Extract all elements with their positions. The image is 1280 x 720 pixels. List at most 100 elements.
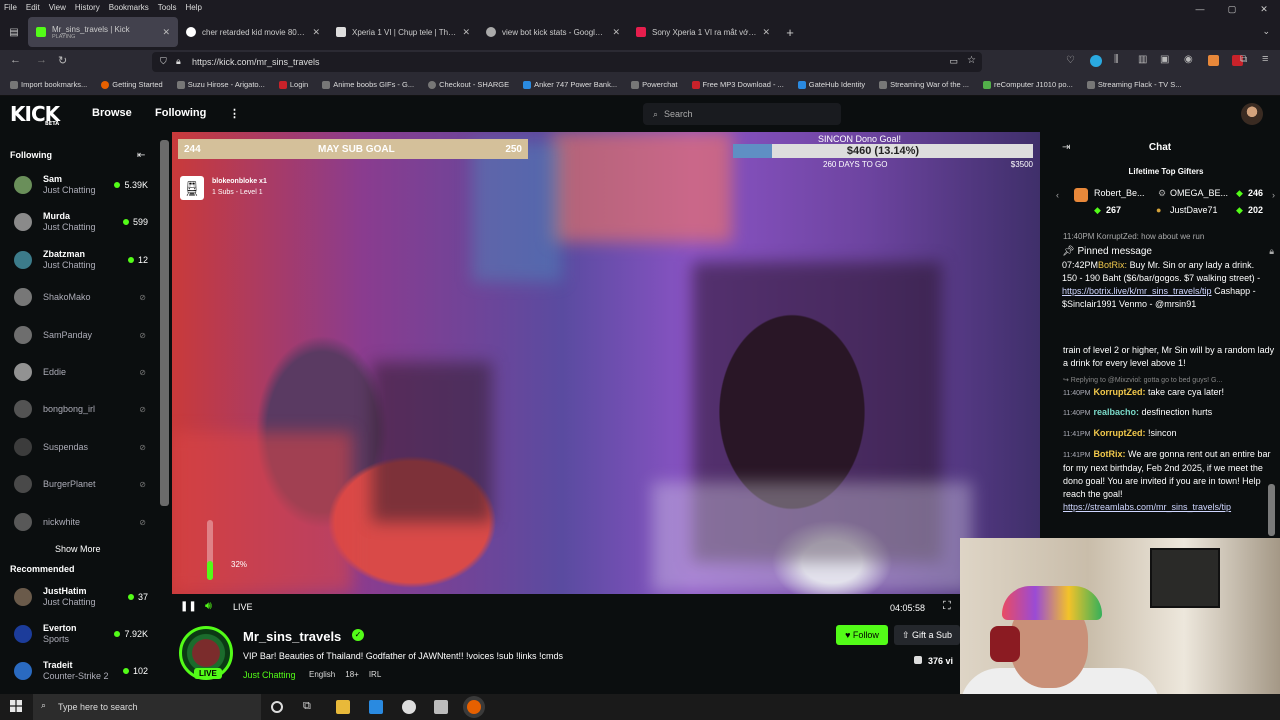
nav-following[interactable]: Following [155,107,206,119]
gift-sub-button[interactable]: ⇧ Gift a Sub [894,625,960,645]
bookmark-item[interactable]: Streaming War of the ... [879,80,969,89]
address-bar[interactable]: ⛉ 🔒︎ https://kick.com/mr_sins_travels ▭ … [152,52,982,72]
firefox-taskbar-icon[interactable] [467,700,481,714]
tab-sony-xperia[interactable]: Sony Xperia 1 VI ra mắt với hệ ✕ [628,16,778,48]
close-tab-icon[interactable]: ✕ [312,27,320,38]
bookmark-item[interactable]: Login [278,80,308,89]
menu-tools[interactable]: Tools [158,3,177,12]
cortana-icon[interactable] [271,701,283,713]
chat-username[interactable]: realbacho: [1094,407,1140,417]
pause-icon[interactable]: ❚❚ [180,601,197,612]
windows-start-icon[interactable] [10,700,22,712]
nav-more-icon[interactable]: ⋮ [229,107,240,120]
shield-icon[interactable]: ⛉ [160,56,167,67]
reload-icon[interactable]: ↻ [58,54,67,67]
tab-overflow-icon[interactable]: ⌄ [1262,26,1270,37]
tag-language[interactable]: English [309,670,335,679]
xbox-icon[interactable] [402,700,416,714]
recommended-channel-justhatim[interactable]: JustHatim Just Chatting 37 [14,584,154,614]
sidebar-channel-bongbong_irl[interactable]: bongbong_irl ⊘ [14,396,154,426]
bookmark-item[interactable]: reComputer J1010 po... [983,80,1073,89]
chat-username[interactable]: KorruptZed: [1094,428,1146,438]
sidebar-channel-eddie[interactable]: Eddie ⊘ [14,359,154,389]
tab-kick[interactable]: Mr_sins_travels | Kick PLAYING ✕ [28,17,178,47]
volume-slider[interactable] [207,520,213,580]
next-gifter-icon[interactable]: › [1272,190,1275,200]
sidebar-channel-shakomako[interactable]: ShakoMako ⊘ [14,284,154,314]
tag-irl[interactable]: IRL [369,670,381,679]
menu-help[interactable]: Help [185,3,201,12]
sidebar-channel-murda[interactable]: Murda Just Chatting 599 [14,209,154,239]
close-tab-icon[interactable]: ✕ [762,27,770,38]
bookmark-item[interactable]: GateHub Identity [797,80,865,89]
follow-button[interactable]: ♥ Follow [836,625,888,645]
close-tab-icon[interactable]: ✕ [462,27,470,38]
task-view-icon[interactable]: ⧉ [303,700,317,714]
tab-list-icon[interactable]: ▤ [0,27,28,38]
user-avatar[interactable] [1241,103,1263,125]
close-tab-icon[interactable]: ✕ [162,27,170,38]
nav-browse[interactable]: Browse [92,107,132,119]
recommended-channel-tradeit[interactable]: Tradeit Counter-Strike 2 102 [14,658,154,688]
sidebar-channel-zbatzman[interactable]: Zbatzman Just Chatting 12 [14,247,154,277]
menu-file[interactable]: File [4,3,17,12]
bookmark-item[interactable]: Anker 747 Power Bank... [523,80,617,89]
channel-name[interactable]: Mr_sins_travels [243,629,341,644]
sidebar-channel-suspendas[interactable]: Suspendas ⊘ [14,434,154,464]
back-icon[interactable]: ← [10,54,21,66]
file-explorer-icon[interactable] [336,700,350,714]
tag-mature[interactable]: 18+ [345,670,359,679]
menu-view[interactable]: View [49,3,66,12]
search-input[interactable]: ⌕ Search [643,103,841,125]
sidebar-channel-nickwhite[interactable]: nickwhite ⊘ [14,509,154,539]
bookmark-star-icon[interactable]: ☆ [967,55,976,66]
video-player[interactable] [172,132,1040,594]
menu-edit[interactable]: Edit [26,3,40,12]
tab-google-search[interactable]: cher retarded kid movie 80s - G ✕ [178,16,328,48]
extension-icon[interactable] [1090,55,1102,67]
extension-fox-icon[interactable] [1208,55,1219,66]
forward-icon[interactable]: → [36,54,47,66]
pinned-user[interactable]: BotRix: [1098,260,1127,270]
library-icon[interactable]: ⫼ [1114,54,1119,65]
stream-category[interactable]: Just Chatting [243,670,296,680]
menu-history[interactable]: History [75,3,100,12]
bookmark-item[interactable]: Powerchat [631,80,678,89]
sidebar-channel-burgerplanet[interactable]: BurgerPlanet ⊘ [14,471,154,501]
sidebar-icon[interactable]: ▥ [1138,54,1147,65]
mail-icon[interactable] [369,700,383,714]
bookmark-item[interactable]: Import bookmarks... [10,80,87,89]
bookmark-item[interactable]: Checkout - SHARGE [428,80,509,89]
bookmark-item[interactable]: Free MP3 Download - ... [691,80,784,89]
menu-bookmarks[interactable]: Bookmarks [109,3,149,12]
recommended-channel-everton[interactable]: Everton Sports 7.92K [14,621,154,651]
volume-icon[interactable]: 🔊︎ [205,600,212,613]
chat-username[interactable]: KorruptZed: [1094,387,1146,397]
chat-scrollbar[interactable] [1268,484,1275,536]
extensions-puzzle-icon[interactable]: ⧉ [1240,54,1247,65]
new-tab-button[interactable]: + [778,25,802,40]
sidebar-channel-sam[interactable]: Sam Just Chatting 5.39K [14,172,154,202]
chat-link[interactable]: https://streamlabs.com/mr_sins_travels/t… [1063,502,1231,512]
close-tab-icon[interactable]: ✕ [612,27,620,38]
bookmark-item[interactable]: Anime boobs GIFs - G... [322,80,414,89]
bookmark-item[interactable]: Suzu Hirose - Arigato... [176,80,265,89]
app-icon[interactable] [434,700,448,714]
sidebar-channel-sampanday[interactable]: SamPanday ⊘ [14,322,154,352]
account-icon[interactable]: ◉ [1184,54,1193,65]
pinned-lock-icon[interactable]: 🔒︎ [1269,245,1274,258]
bookmark-item[interactable]: Getting Started [101,80,163,89]
reader-view-icon[interactable]: ▭ [949,56,958,67]
tab-viewbot-search[interactable]: view bot kick stats - Google Sea ✕ [478,16,628,48]
kick-logo[interactable]: KICK BETA [10,102,60,127]
sidebar-scrollbar[interactable] [160,140,169,506]
pinned-link[interactable]: https://botrix.live/k/mr_sins_travels/ti… [1062,286,1212,296]
collapse-sidebar-icon[interactable]: ⇤ [137,150,145,161]
reader-icon[interactable]: ▣ [1160,54,1169,65]
prev-gifter-icon[interactable]: ‹ [1056,190,1059,200]
tab-xperia-review[interactable]: Xperia 1 VI | Chụp tele | Thời lư ✕ [328,16,478,48]
fullscreen-icon[interactable]: ⛶ [943,600,951,613]
show-more-button[interactable]: Show More [55,544,101,554]
menu-hamburger-icon[interactable]: ≡ [1262,53,1268,65]
bookmark-item[interactable]: Streaming Flack - TV S... [1086,80,1181,89]
